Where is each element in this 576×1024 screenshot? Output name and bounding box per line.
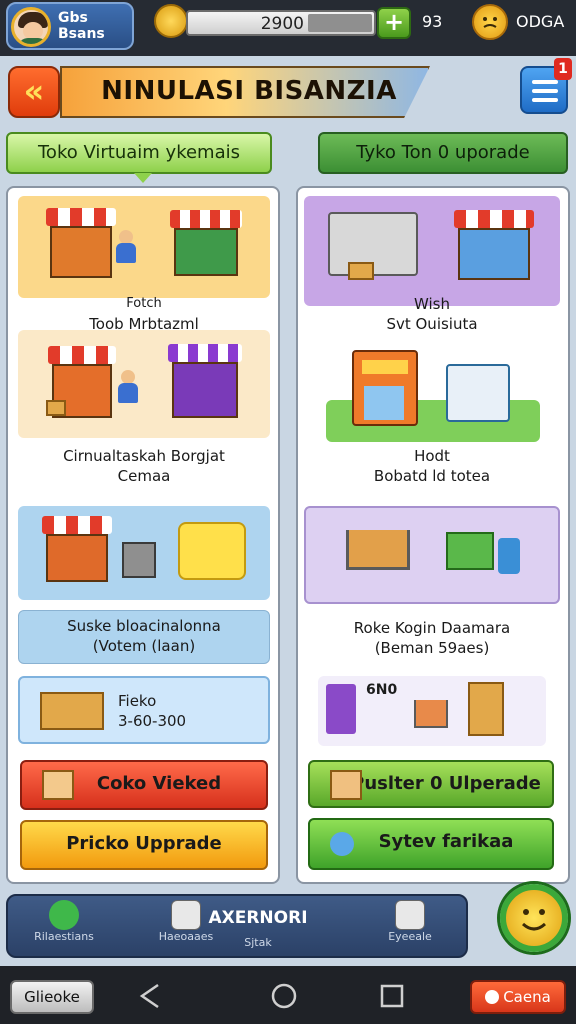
- market-stall-icon: [46, 208, 116, 278]
- gift-icon: [326, 684, 356, 734]
- stacked-boxes-icon: [468, 682, 504, 736]
- upgrade-card-caption: Roke Kogin Daamara (Beman 59aes): [304, 618, 560, 658]
- button-label: Pricko Upprade: [66, 833, 222, 854]
- back-triangle-icon[interactable]: [136, 982, 164, 1010]
- purple-cart-icon: [168, 344, 242, 418]
- caption-line: Svt Ouisiuta: [386, 315, 478, 333]
- system-left-button[interactable]: Glieoke: [10, 980, 94, 1014]
- shopping-cart-icon: [414, 700, 448, 728]
- nav-item-gifts[interactable]: Eyeeale: [360, 900, 460, 943]
- price-card-price: 3-60-300: [118, 712, 187, 730]
- upgrade-primary-button[interactable]: Puslter 0 Ulperade: [308, 760, 554, 808]
- coin-value: 2900: [260, 14, 304, 34]
- nav-label: Eyeeale: [388, 930, 432, 943]
- crate-icon: [46, 400, 66, 416]
- smiley-face-icon[interactable]: [472, 4, 508, 40]
- profile-card[interactable]: Gbs Bsans: [6, 2, 134, 50]
- avatar[interactable]: [11, 7, 51, 47]
- nav-center-subtitle: Sjtak: [244, 936, 272, 949]
- gift-box-icon: [395, 900, 425, 930]
- store-card-caption: Suske bloacinalonna (Votem (laan): [18, 610, 270, 664]
- green-crate-icon: [446, 532, 494, 570]
- shop-window-icon: [454, 210, 534, 280]
- store-card-art[interactable]: [18, 506, 270, 600]
- record-icon: [485, 990, 500, 1004]
- button-label: Puslter 0 Ulperade: [351, 773, 541, 794]
- upgrade-card-art[interactable]: [304, 506, 560, 604]
- system-right-button[interactable]: Caena: [470, 980, 566, 1014]
- green-stall-icon: [170, 210, 242, 276]
- page-title: NINULASI BISANZIA: [101, 76, 397, 106]
- caption-line: (Votem (laan): [92, 637, 196, 655]
- magnifier-icon: [49, 900, 79, 930]
- register-icon: [122, 542, 156, 578]
- add-coins-button[interactable]: +: [377, 7, 411, 39]
- coin-bar-fill: [308, 14, 372, 32]
- upgrade-card-caption: Hodt Bobatd ld totea: [304, 446, 560, 486]
- billboard-icon[interactable]: [446, 364, 510, 422]
- nav-item-search[interactable]: Rilaestians: [14, 900, 114, 943]
- notification-badge: 1: [554, 58, 572, 80]
- coin-counter: 2900: [186, 10, 376, 36]
- shopkeeper-icon: [118, 370, 138, 404]
- items-display-icon: [178, 522, 246, 580]
- button-label: Coko Vieked: [96, 773, 222, 794]
- player-name-line2: Bsans: [58, 26, 105, 42]
- upgrade-secondary-button[interactable]: Sytev farikaa: [308, 818, 554, 870]
- box-icon: [42, 770, 74, 800]
- nav-label: Rilaestians: [34, 930, 94, 943]
- upgrade-card-caption: Wish Svt Ouisiuta: [304, 294, 560, 334]
- market-stall-icon: [42, 516, 112, 582]
- store-card-caption: Fotch Toob Mrbtazml: [18, 294, 270, 334]
- cardboard-box-icon: [40, 692, 104, 730]
- upgrade-price-button[interactable]: Pricko Upprade: [20, 820, 268, 870]
- tab-upgrade[interactable]: Tyko Ton 0 uporade: [318, 132, 568, 174]
- player-name-line1: Gbs: [58, 10, 88, 26]
- toolbox-icon: [330, 770, 362, 800]
- tab-virtual-store[interactable]: Toko Virtuaim ykemais: [6, 132, 272, 174]
- currency-label: ODGA: [516, 12, 565, 31]
- store-primary-button[interactable]: Coko Vieked: [20, 760, 268, 810]
- store-card-art[interactable]: [18, 196, 270, 298]
- button-label: Sytev farikaa: [378, 831, 514, 852]
- shopkeeper-icon: [116, 230, 136, 264]
- smiley-badge-icon[interactable]: [500, 884, 568, 952]
- button-label: Caena: [503, 988, 551, 1006]
- caption-line: Cirnualtaskah Borgjat: [63, 447, 225, 465]
- wrench-icon: [330, 832, 354, 856]
- caption-line: Cemaa: [117, 467, 171, 485]
- gem-count: 93: [422, 12, 443, 31]
- store-card-caption: Cirnualtaskah Borgjat Cemaa: [18, 446, 270, 486]
- player-name: Gbs Bsans: [58, 10, 130, 42]
- caption-line: Wish: [414, 295, 450, 313]
- back-arrow-icon: «: [23, 72, 45, 110]
- bottle-icon: [498, 538, 520, 574]
- caption-line: Suske bloacinalonna: [67, 617, 221, 635]
- crate-icon: [348, 262, 374, 280]
- store-building-icon[interactable]: [352, 350, 418, 426]
- promo-badge: 6N0: [366, 682, 398, 698]
- recents-square-icon[interactable]: [378, 982, 406, 1010]
- menu-icon: [532, 80, 558, 84]
- caption-line: Roke Kogin Daamara: [353, 619, 511, 637]
- price-card[interactable]: Fieko 3-60-300: [18, 676, 270, 744]
- caption-line: Fotch: [126, 296, 162, 311]
- store-card-art[interactable]: [18, 330, 270, 438]
- nav-center-title[interactable]: AXERNORI: [198, 908, 318, 928]
- promo-card[interactable]: 6N0: [318, 676, 546, 746]
- home-circle-icon[interactable]: [270, 982, 298, 1010]
- coin-icon: [154, 4, 188, 38]
- box-icon: [171, 900, 201, 930]
- caption-line: Hodt: [414, 447, 450, 465]
- caption-line: Bobatd ld totea: [373, 467, 491, 485]
- upgrade-card-art[interactable]: [304, 196, 560, 306]
- back-button[interactable]: «: [8, 66, 60, 118]
- caption-line: (Beman 59aes): [374, 639, 490, 657]
- active-tab-pointer: [134, 173, 152, 183]
- bottom-navigation: Rilaestians Haeoaaes Eyeeale AXERNORI Sj…: [6, 894, 468, 958]
- shopping-cart-icon: [346, 530, 410, 570]
- price-card-name: Fieko: [118, 692, 157, 710]
